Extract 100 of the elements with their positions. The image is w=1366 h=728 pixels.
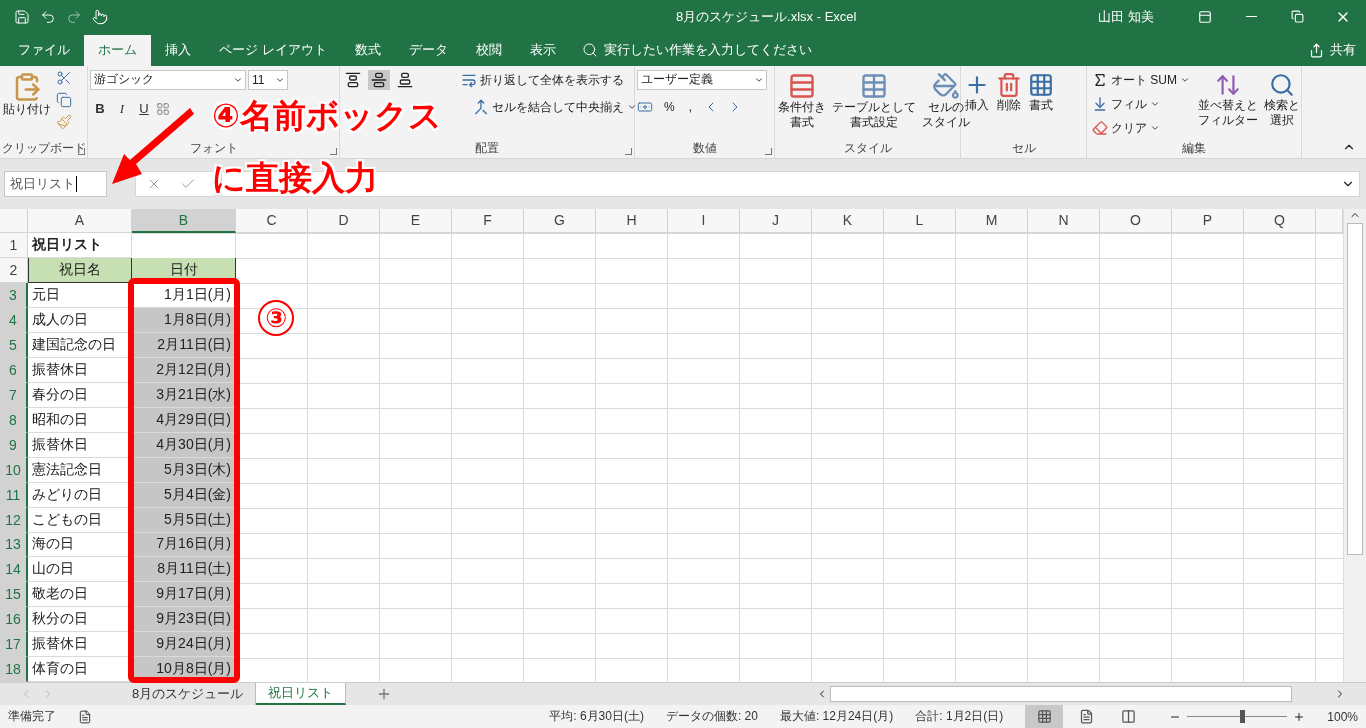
row-header[interactable]: 16 bbox=[0, 607, 28, 633]
column-header[interactable]: M bbox=[956, 208, 1028, 234]
column-header[interactable]: I bbox=[668, 208, 740, 234]
font-name-field[interactable]: 游ゴシック bbox=[90, 69, 246, 90]
column-header[interactable]: G bbox=[524, 208, 596, 234]
percent-button[interactable]: % bbox=[661, 97, 678, 116]
row-header[interactable]: 1 bbox=[0, 233, 28, 259]
align-top-icon bbox=[345, 72, 361, 89]
wrap-text-icon bbox=[461, 72, 477, 89]
column-header[interactable]: P bbox=[1172, 208, 1244, 234]
autosum-button[interactable]: オート SUM bbox=[1089, 69, 1193, 91]
row-header[interactable]: 4 bbox=[0, 308, 28, 334]
share-icon bbox=[1309, 42, 1324, 58]
callout-text: ④名前ボックス bbox=[212, 96, 442, 136]
table-icon bbox=[860, 71, 888, 100]
number-format-field[interactable]: ユーザー定義 bbox=[637, 69, 767, 90]
row-header[interactable]: 12 bbox=[0, 507, 28, 533]
callout-text: に直接入力 bbox=[212, 158, 378, 198]
menu-tab[interactable]: ファイル bbox=[4, 34, 84, 66]
vertical-align-button[interactable] bbox=[368, 70, 390, 91]
row-header[interactable]: 13 bbox=[0, 532, 28, 558]
status-count: データの個数: 20 bbox=[665, 708, 758, 725]
menu-tab[interactable]: 挿入 bbox=[151, 34, 205, 66]
sort-filter-button[interactable]: 並べ替えと フィルター bbox=[1197, 69, 1259, 140]
sheet-tab[interactable]: 祝日リスト bbox=[256, 683, 347, 705]
group-label: スタイル bbox=[843, 139, 892, 157]
column-header[interactable]: D bbox=[308, 208, 380, 234]
save-icon bbox=[14, 8, 30, 25]
row-header[interactable]: 10 bbox=[0, 457, 28, 483]
font-style-button[interactable]: B bbox=[90, 97, 110, 120]
share-button[interactable]: 共有 bbox=[1299, 34, 1366, 66]
view-button[interactable] bbox=[1025, 705, 1064, 728]
menu-tab[interactable]: ページ レイアウト bbox=[205, 34, 341, 66]
paste-button[interactable]: 貼り付け bbox=[2, 69, 52, 140]
name-box[interactable]: 祝日リスト bbox=[4, 170, 107, 197]
menu-tab[interactable]: 数式 bbox=[340, 34, 395, 66]
row-header[interactable]: 9 bbox=[0, 432, 28, 458]
row-header[interactable]: 6 bbox=[0, 358, 28, 383]
row-header[interactable]: 2 bbox=[0, 258, 28, 284]
column-heading: 祝日名 bbox=[28, 258, 132, 284]
status-sum: 合計: 1月2日(日) bbox=[915, 708, 1004, 725]
sigma-icon bbox=[1092, 72, 1108, 89]
table-cell: 9月24日(月) bbox=[132, 632, 236, 658]
wrap-text-button[interactable]: 折り返して全体を表示する bbox=[458, 69, 627, 91]
column-header[interactable]: B bbox=[132, 208, 236, 234]
column-header[interactable]: K bbox=[812, 208, 884, 234]
row-header[interactable]: 17 bbox=[0, 632, 28, 658]
menu-tab[interactable]: ホーム bbox=[84, 34, 151, 66]
table-cell: 9月17日(月) bbox=[132, 582, 236, 608]
menu-tab[interactable]: 表示 bbox=[515, 34, 570, 66]
scrollbar-thumb[interactable] bbox=[1347, 222, 1363, 555]
row-header[interactable]: 14 bbox=[0, 557, 28, 583]
row-header[interactable]: 15 bbox=[0, 582, 28, 608]
search-icon bbox=[581, 42, 598, 59]
row-header[interactable]: 7 bbox=[0, 382, 28, 408]
menu-tab[interactable]: 校閲 bbox=[461, 34, 516, 66]
status-text: 準備完了 bbox=[8, 708, 56, 725]
column-header[interactable]: F bbox=[452, 208, 524, 234]
row-header[interactable]: 11 bbox=[0, 482, 28, 508]
column-header[interactable]: C bbox=[236, 208, 308, 234]
menu-tab[interactable]: データ bbox=[394, 34, 462, 66]
clear-button[interactable]: クリア bbox=[1089, 117, 1163, 139]
view-icon bbox=[1120, 709, 1136, 724]
row-header[interactable]: 8 bbox=[0, 407, 28, 433]
find-select-button[interactable]: 検索と 選択 bbox=[1263, 69, 1301, 140]
horizontal-scrollbar[interactable] bbox=[830, 686, 1292, 703]
table-cell: 1月8日(月) bbox=[132, 308, 236, 334]
restore-icon bbox=[1290, 10, 1304, 23]
font-size-field[interactable]: 11 bbox=[248, 69, 288, 90]
status-average: 平均: 6月30日(土) bbox=[549, 708, 644, 725]
comma-button[interactable]: , bbox=[685, 97, 695, 116]
column-header[interactable]: A bbox=[28, 208, 132, 234]
cell-button[interactable]: 削除 bbox=[995, 69, 1023, 140]
table-title: 祝日リスト bbox=[28, 233, 132, 259]
row-header[interactable]: 3 bbox=[0, 283, 28, 309]
merge-center-button[interactable]: セルを結合して中央揃え bbox=[470, 96, 640, 118]
font-style-button[interactable]: I bbox=[112, 97, 132, 120]
column-header[interactable]: L bbox=[884, 208, 956, 234]
fill-button[interactable]: フィル bbox=[1089, 93, 1163, 115]
align-middle-icon bbox=[371, 72, 387, 89]
user-name: 山田 知美 bbox=[1098, 7, 1154, 26]
column-header[interactable]: O bbox=[1100, 208, 1172, 234]
tell-me-field[interactable]: 実行したい作業を入力してください bbox=[603, 41, 812, 60]
column-header[interactable]: Q bbox=[1244, 208, 1316, 234]
table-cell: 9月23日(日) bbox=[132, 607, 236, 633]
zoom-in-icon[interactable] bbox=[1293, 710, 1306, 723]
column-header[interactable]: H bbox=[596, 208, 668, 234]
copy-icon bbox=[56, 91, 72, 108]
style-button[interactable]: テーブルとして 書式設定 bbox=[831, 69, 917, 140]
column-header[interactable]: N bbox=[1028, 208, 1100, 234]
group-label: 編集 bbox=[1182, 139, 1206, 157]
zoom-slider-thumb[interactable] bbox=[1240, 710, 1246, 723]
table-cell: 体育の日 bbox=[28, 657, 132, 683]
style-button[interactable]: 条件付き 書式 bbox=[777, 69, 827, 140]
row-header[interactable]: 18 bbox=[0, 657, 28, 683]
row-header[interactable]: 5 bbox=[0, 333, 28, 359]
font-style-button[interactable]: U bbox=[134, 97, 154, 120]
column-header[interactable]: J bbox=[740, 208, 812, 234]
column-header[interactable]: E bbox=[380, 208, 452, 234]
cell-button[interactable]: 書式 bbox=[1027, 69, 1055, 140]
